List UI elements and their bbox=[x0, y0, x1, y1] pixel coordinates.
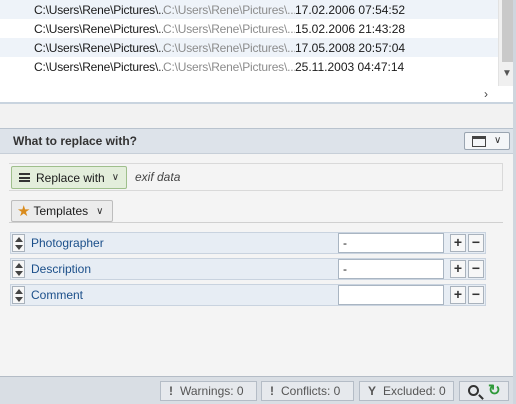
reorder-icon[interactable] bbox=[12, 260, 25, 278]
add-field-button[interactable]: + bbox=[450, 260, 466, 278]
remove-field-button[interactable]: − bbox=[468, 260, 484, 278]
splitter[interactable] bbox=[0, 104, 516, 128]
scroll-right-icon[interactable]: › bbox=[484, 86, 488, 102]
warnings-button[interactable]: ! Warnings: 0 bbox=[160, 381, 257, 401]
section-header: What to replace with? ∨ bbox=[0, 128, 516, 154]
conflicts-button[interactable]: ! Conflicts: 0 bbox=[261, 381, 354, 401]
star-icon: ★ bbox=[17, 202, 31, 220]
replace-bar: Replace with ∨ exif data bbox=[9, 163, 503, 191]
date-cell: 15.02.2006 21:43:28 bbox=[295, 21, 406, 36]
scrollbar-thumb[interactable] bbox=[502, 0, 513, 62]
view-options-button[interactable]: ∨ bbox=[464, 132, 510, 150]
new-path: C:\Users\Rene\Pictures\... bbox=[163, 59, 295, 74]
reorder-icon[interactable] bbox=[12, 234, 25, 252]
templates-label: Templates bbox=[33, 204, 89, 218]
menu-icon bbox=[19, 173, 30, 182]
table-row[interactable]: C:\Users\Rene\Pictures\... C:\Users\Rene… bbox=[0, 57, 498, 76]
search-icon bbox=[468, 385, 479, 396]
warnings-count: Warnings: 0 bbox=[180, 384, 244, 398]
date-cell: 17.05.2008 20:57:04 bbox=[295, 40, 406, 55]
add-field-button[interactable]: + bbox=[450, 234, 466, 252]
comment-input[interactable] bbox=[338, 285, 444, 305]
field-row-photographer: Photographer + − bbox=[10, 232, 486, 254]
file-list: C:\Users\Rene\Pictures\... C:\Users\Rene… bbox=[0, 0, 516, 102]
search-refresh-button[interactable]: ↻ bbox=[459, 381, 509, 401]
status-bar: ! Warnings: 0 ! Conflicts: 0 Y Excluded:… bbox=[0, 376, 516, 404]
photographer-input[interactable] bbox=[338, 233, 444, 253]
replace-mode-value: exif data bbox=[135, 170, 181, 184]
field-row-comment: Comment + − bbox=[10, 284, 486, 306]
table-row[interactable]: C:\Users\Rene\Pictures\... C:\Users\Rene… bbox=[0, 38, 498, 57]
replace-with-button[interactable]: Replace with ∨ bbox=[11, 166, 127, 189]
file-rows: C:\Users\Rene\Pictures\... C:\Users\Rene… bbox=[0, 0, 498, 76]
window-icon bbox=[472, 136, 486, 147]
date-cell: 25.11.2003 04:47:14 bbox=[295, 59, 405, 74]
field-row-description: Description + − bbox=[10, 258, 486, 280]
table-row[interactable]: C:\Users\Rene\Pictures\... C:\Users\Rene… bbox=[0, 19, 498, 38]
new-path: C:\Users\Rene\Pictures\... bbox=[163, 40, 295, 55]
date-cell: 17.02.2006 07:54:52 bbox=[295, 2, 406, 17]
original-path: C:\Users\Rene\Pictures\... bbox=[34, 40, 163, 55]
remove-field-button[interactable]: − bbox=[468, 286, 484, 304]
chevron-down-icon: ∨ bbox=[494, 135, 502, 146]
new-path: C:\Users\Rene\Pictures\... bbox=[163, 2, 295, 17]
templates-bar: ★ Templates ∨ bbox=[9, 199, 503, 223]
field-label: Comment bbox=[31, 288, 84, 302]
templates-button[interactable]: ★ Templates ∨ bbox=[11, 200, 113, 222]
description-input[interactable] bbox=[338, 259, 444, 279]
warning-icon: ! bbox=[169, 384, 173, 398]
section-title: What to replace with? bbox=[13, 134, 138, 148]
refresh-icon: ↻ bbox=[488, 382, 501, 399]
horizontal-scrollbar[interactable]: › bbox=[0, 86, 498, 102]
field-label: Photographer bbox=[31, 236, 104, 250]
new-path: C:\Users\Rene\Pictures\... bbox=[163, 21, 295, 36]
excluded-count: Excluded: 0 bbox=[383, 384, 446, 398]
conflicts-count: Conflicts: 0 bbox=[281, 384, 341, 398]
original-path: C:\Users\Rene\Pictures\... bbox=[34, 59, 163, 74]
replace-panel: Replace with ∨ exif data ★ Templates ∨ P… bbox=[0, 154, 516, 376]
chevron-down-icon: ∨ bbox=[111, 172, 120, 183]
reorder-icon[interactable] bbox=[12, 286, 25, 304]
filter-icon: Y bbox=[368, 384, 377, 398]
field-label: Description bbox=[31, 262, 92, 276]
original-path: C:\Users\Rene\Pictures\... bbox=[34, 2, 163, 17]
original-path: C:\Users\Rene\Pictures\... bbox=[34, 21, 163, 36]
table-row[interactable]: C:\Users\Rene\Pictures\... C:\Users\Rene… bbox=[0, 0, 498, 19]
add-field-button[interactable]: + bbox=[450, 286, 466, 304]
remove-field-button[interactable]: − bbox=[468, 234, 484, 252]
replace-with-label: Replace with bbox=[36, 170, 105, 185]
conflict-icon: ! bbox=[270, 384, 274, 398]
excluded-button[interactable]: Y Excluded: 0 bbox=[359, 381, 454, 401]
scroll-down-icon[interactable]: ▼ bbox=[502, 68, 512, 79]
chevron-down-icon: ∨ bbox=[96, 205, 104, 217]
